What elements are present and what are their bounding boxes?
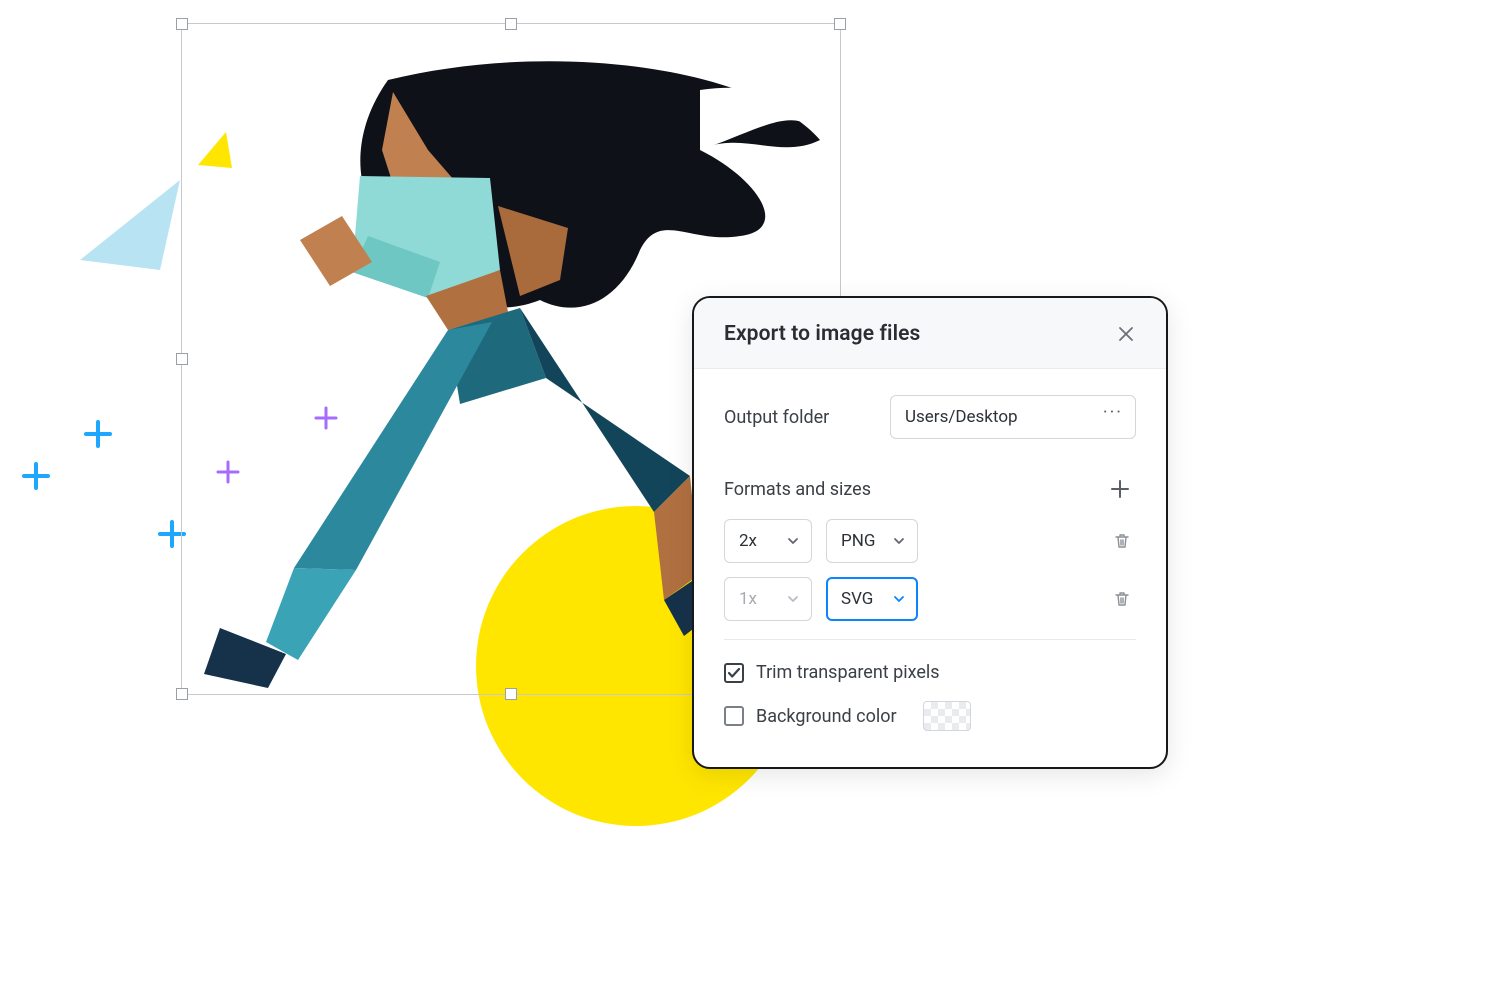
delete-format-1[interactable] (1108, 585, 1136, 613)
check-icon (727, 666, 741, 680)
resize-handle-tm[interactable] (505, 18, 517, 30)
divider (724, 639, 1136, 640)
close-button[interactable] (1112, 320, 1140, 348)
background-color-swatch[interactable] (923, 701, 971, 731)
background-color-row: Background color (724, 701, 1136, 731)
chevron-down-icon (787, 593, 799, 605)
background-checkbox[interactable] (724, 706, 744, 726)
formats-section-head: Formats and sizes (724, 473, 1136, 505)
format-value: SVG (841, 589, 873, 609)
size-select-0[interactable]: 2x (724, 519, 812, 563)
trash-icon (1113, 590, 1131, 608)
trim-transparent-row: Trim transparent pixels (724, 662, 1136, 683)
size-select-1: 1x (724, 577, 812, 621)
format-row-0: 2x PNG (724, 519, 1136, 563)
resize-handle-tl[interactable] (176, 18, 188, 30)
close-icon (1118, 326, 1134, 342)
panel-title: Export to image files (724, 322, 920, 346)
chevron-down-icon (893, 593, 905, 605)
resize-handle-ml[interactable] (176, 353, 188, 365)
output-folder-row: Output folder Users/Desktop ··· (724, 395, 1136, 439)
more-icon: ··· (1103, 404, 1123, 422)
resize-handle-bm[interactable] (505, 688, 517, 700)
chevron-down-icon (787, 535, 799, 547)
background-label: Background color (756, 706, 897, 727)
resize-handle-bl[interactable] (176, 688, 188, 700)
size-value: 2x (739, 531, 757, 551)
output-folder-select[interactable]: Users/Desktop ··· (890, 395, 1136, 439)
output-folder-value: Users/Desktop (905, 407, 1018, 427)
plus-icon (1110, 479, 1130, 499)
trim-label: Trim transparent pixels (756, 662, 940, 683)
size-value: 1x (739, 589, 757, 609)
format-select-0[interactable]: PNG (826, 519, 918, 563)
chevron-down-icon (893, 535, 905, 547)
output-folder-label: Output folder (724, 407, 829, 428)
formats-section-label: Formats and sizes (724, 479, 871, 500)
format-row-1: 1x SVG (724, 577, 1136, 621)
format-select-1[interactable]: SVG (826, 577, 918, 621)
delete-format-0[interactable] (1108, 527, 1136, 555)
resize-handle-tr[interactable] (834, 18, 846, 30)
add-format-button[interactable] (1104, 473, 1136, 505)
trim-checkbox[interactable] (724, 663, 744, 683)
panel-body: Output folder Users/Desktop ··· Formats … (694, 369, 1166, 767)
format-value: PNG (841, 531, 875, 551)
trash-icon (1113, 532, 1131, 550)
export-panel: Export to image files Output folder User… (692, 296, 1168, 769)
panel-header: Export to image files (694, 298, 1166, 369)
